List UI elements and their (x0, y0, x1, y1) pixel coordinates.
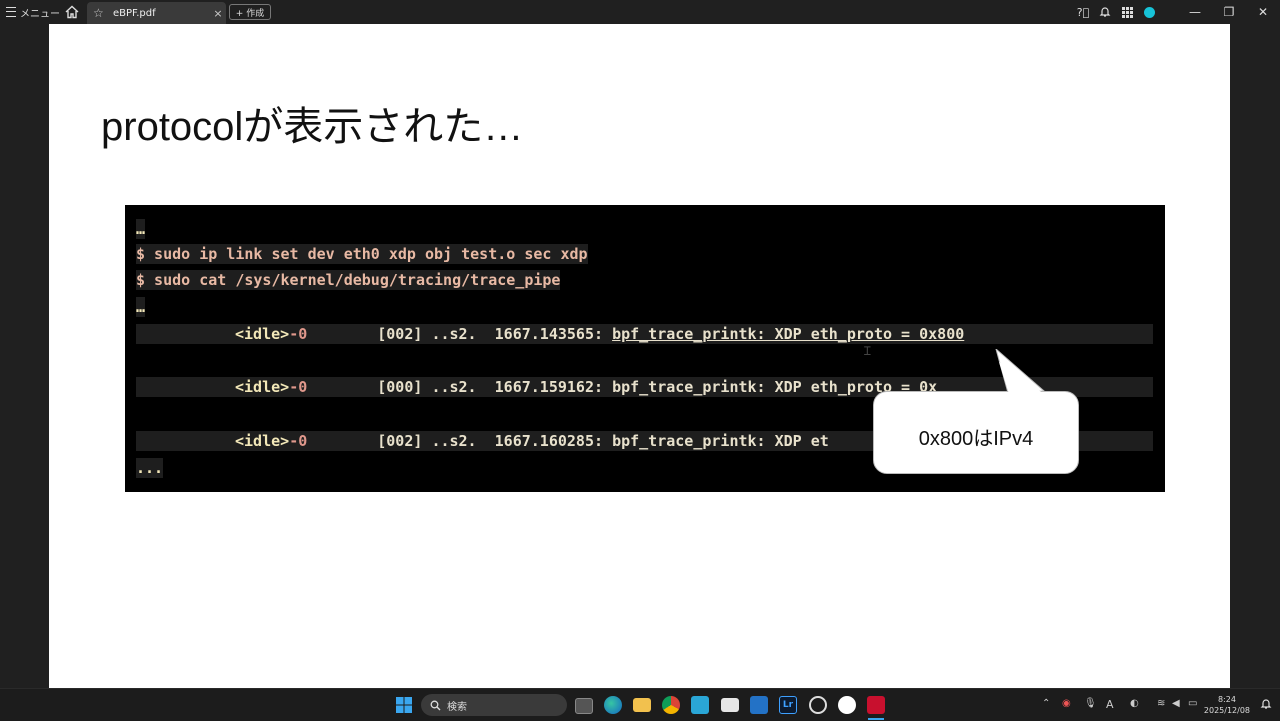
tray-expand-icon[interactable]: ⌃ (1042, 698, 1050, 709)
notification-bell-icon[interactable] (1260, 698, 1272, 710)
menu-label: メニュー (20, 8, 60, 20)
chrome-icon[interactable] (662, 696, 680, 714)
taskbar-search[interactable]: 検索 (421, 694, 567, 716)
trace-flags: ..s2. (431, 325, 477, 343)
terminal-line: $ sudo cat /sys/kernel/debug/tracing/tra… (136, 270, 561, 290)
terminal-line: $ sudo ip link set dev eth0 xdp obj test… (136, 244, 588, 264)
trace-flags: ..s2. (431, 378, 477, 396)
trace-flags: ..s2. (431, 432, 477, 450)
tray-app-icon[interactable]: ◉ (1062, 698, 1071, 709)
text-cursor-icon: Ɪ (864, 344, 871, 358)
trace-pid: -0 (289, 432, 308, 450)
vscode-icon[interactable] (750, 696, 768, 714)
title-bar: メニュー ☆ eBPF.pdf × + 作成 ?⃝ — ❐ ✕ (0, 0, 1280, 24)
taskbar: 検索 Lr ⌃ ◉ 🎙 A ◐ ≋ ◀ ▭ 8:24 2025/12/08 (0, 688, 1280, 721)
apps-grid-icon[interactable] (1116, 0, 1138, 24)
trace-time: 1667.160285: (494, 432, 604, 450)
home-icon[interactable] (64, 5, 80, 19)
new-tab-button[interactable]: + 作成 (229, 4, 271, 20)
trace-proc: <idle> (235, 325, 290, 343)
itunes-icon[interactable] (838, 696, 856, 714)
close-tab-icon[interactable]: × (210, 7, 226, 20)
snipping-tool-icon[interactable] (721, 698, 739, 712)
ime-font-indicator[interactable]: A (1106, 698, 1114, 711)
trace-line: <idle>-0 [002] ..s2. 1667.143565: bpf_tra… (136, 324, 1153, 344)
star-icon[interactable]: ☆ (93, 6, 107, 20)
trace-cpu: [002] (377, 432, 423, 450)
close-window-button[interactable]: ✕ (1246, 0, 1280, 24)
pdf-page: protocolが表示された… … $ sudo ip link set dev… (49, 24, 1230, 688)
restore-button[interactable]: ❐ (1212, 0, 1246, 24)
lightroom-icon[interactable]: Lr (779, 696, 797, 714)
slide-title: protocolが表示された… (101, 105, 524, 149)
trace-cpu: [002] (377, 325, 423, 343)
minimize-button[interactable]: — (1178, 0, 1212, 24)
trace-time: 1667.159162: (494, 378, 604, 396)
trace-message: bpf_trace_printk: XDP et (612, 432, 829, 450)
battery-icon[interactable]: ▭ (1188, 698, 1197, 709)
search-icon (430, 700, 441, 710)
obs-icon[interactable] (809, 696, 827, 714)
windows-start-icon[interactable] (395, 696, 413, 714)
bell-icon[interactable] (1094, 0, 1116, 24)
sync-icon[interactable]: ◐ (1130, 698, 1139, 709)
search-label: 検索 (447, 701, 467, 713)
trace-message: bpf_trace_printk: XDP eth_proto = 0x800 (612, 325, 965, 343)
clock-date: 2025/12/08 (1203, 706, 1250, 715)
callout-pointer-fill (999, 362, 1044, 394)
terminal-line: … (136, 219, 146, 239)
trace-proc: <idle> (235, 432, 290, 450)
account-avatar[interactable] (1138, 0, 1160, 24)
file-explorer-icon[interactable] (633, 698, 651, 712)
clock[interactable]: 8:24 2025/12/08 (1204, 694, 1250, 716)
store-icon[interactable] (691, 696, 709, 714)
terminal-ellipsis: ... (136, 458, 164, 478)
avatar-icon (1143, 6, 1155, 18)
acrobat-icon[interactable] (867, 696, 885, 714)
trace-cpu: [000] (377, 378, 423, 396)
trace-pid: -0 (289, 378, 308, 396)
wifi-icon[interactable]: ≋ (1157, 698, 1165, 709)
callout-bubble: 0x800はIPv4 (873, 391, 1079, 474)
microphone-icon[interactable]: 🎙 (1084, 698, 1097, 709)
speaker-icon[interactable]: ◀ (1172, 698, 1180, 709)
trace-proc: <idle> (235, 378, 290, 396)
trace-pid: -0 (289, 325, 308, 343)
tab-ebpf-pdf[interactable]: ☆ eBPF.pdf × (87, 2, 226, 24)
hamburger-icon (6, 7, 16, 17)
callout-text: 0x800はIPv4 (918, 428, 1034, 450)
help-icon[interactable]: ?⃝ (1072, 0, 1094, 24)
terminal-line: … (136, 297, 146, 317)
task-view-icon[interactable] (575, 698, 593, 714)
trace-time: 1667.143565: (494, 325, 604, 343)
menu-button[interactable]: メニュー (6, 4, 60, 20)
edge-icon[interactable] (604, 696, 622, 714)
clock-time: 8:24 (1217, 695, 1236, 704)
tab-title: eBPF.pdf (113, 7, 156, 19)
